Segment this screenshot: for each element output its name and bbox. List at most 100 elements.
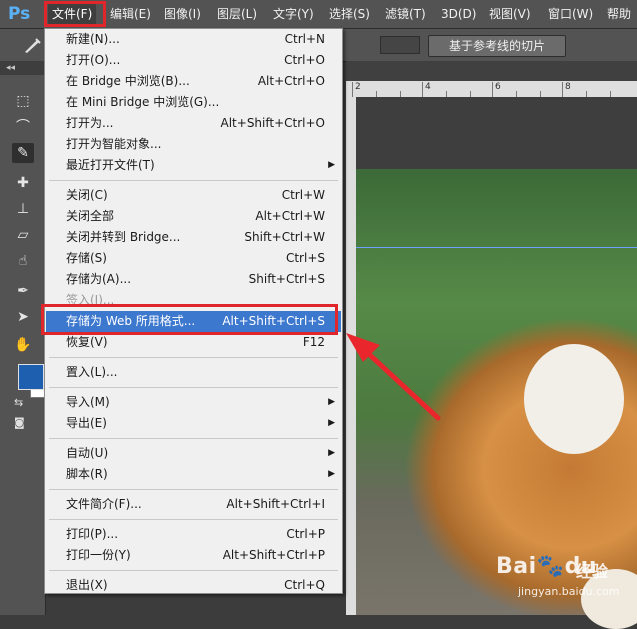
file-menu-item[interactable]: 在 Bridge 中浏览(B)... Alt+Ctrl+O	[46, 71, 341, 92]
menu-item-shortcut: Alt+Ctrl+O	[257, 74, 325, 88]
file-menu-item[interactable]: 在 Mini Bridge 中浏览(G)...	[46, 92, 341, 113]
menu-window[interactable]: 窗口(W)	[544, 4, 597, 24]
paw-logo-icon: 🐾	[536, 554, 565, 579]
menu-3d[interactable]: 3D(D)	[437, 4, 480, 24]
slice-icon[interactable]: ✎	[12, 143, 34, 163]
menu-item-label: 打开为...	[66, 116, 114, 130]
menu-item-shortcut: Shift+Ctrl+S	[248, 272, 325, 286]
menu-view[interactable]: 视图(V)	[485, 4, 535, 24]
menu-item-label: 存储(S)	[66, 251, 107, 265]
file-menu-item[interactable]: 打印一份(Y) Alt+Shift+Ctrl+P	[46, 545, 341, 566]
file-menu-item[interactable]: 关闭(C) Ctrl+W	[46, 185, 341, 206]
hand-icon[interactable]: ✋	[12, 335, 34, 355]
file-menu-item[interactable]: 恢复(V) F12	[46, 332, 341, 353]
menu-separator	[49, 357, 338, 358]
menu-item-label: 打印(P)...	[66, 527, 119, 541]
ruler-label: 6	[495, 82, 501, 92]
cat-photo	[356, 169, 637, 629]
canvas-pasteboard	[356, 97, 637, 169]
file-menu-item[interactable]: 自动(U) ▶	[46, 443, 341, 464]
submenu-arrow-icon: ▶	[328, 418, 335, 428]
menu-filter[interactable]: 滤镜(T)	[381, 4, 430, 24]
file-menu-item[interactable]: 脚本(R) ▶	[46, 464, 341, 485]
menu-item-label: 在 Mini Bridge 中浏览(G)...	[66, 95, 220, 109]
submenu-arrow-icon: ▶	[328, 448, 335, 458]
file-menu-item[interactable]: 打开为... Alt+Shift+Ctrl+O	[46, 113, 341, 134]
menu-item-label: 关闭全部	[66, 209, 115, 223]
file-menu-item[interactable]: 打开为智能对象...	[46, 134, 341, 155]
menu-item-label: 置入(L)...	[66, 365, 118, 379]
file-menu-item[interactable]: 导出(E) ▶	[46, 413, 341, 434]
toolbox: ◂◂ ⬚ ⌒ ✎ ✚ ⊥ ▱ ☝ ✒ ➤ ✋ ⇆ ◙	[0, 61, 46, 615]
submenu-arrow-icon: ▶	[328, 397, 335, 407]
menu-item-shortcut: Ctrl+N	[284, 32, 325, 46]
menu-image[interactable]: 图像(I)	[160, 4, 205, 24]
menu-separator	[49, 387, 338, 388]
menu-item-label: 新建(N)...	[66, 32, 120, 46]
submenu-arrow-icon: ▶	[328, 469, 335, 479]
menu-item-shortcut: Shift+Ctrl+W	[244, 230, 325, 244]
file-menu-item[interactable]: 关闭并转到 Bridge... Shift+Ctrl+W	[46, 227, 341, 248]
file-menu-item[interactable]: 最近打开文件(T) ▶	[46, 155, 341, 176]
quick-mask-icon[interactable]: ◙	[14, 416, 28, 430]
menu-item-label: 打印一份(Y)	[66, 548, 131, 562]
eraser-icon[interactable]: ▱	[12, 225, 34, 245]
file-menu-item[interactable]: 存储为(A)... Shift+Ctrl+S	[46, 269, 341, 290]
watermark-url: jingyan.baidu.com	[518, 585, 620, 598]
file-menu-item[interactable]: 导入(M) ▶	[46, 392, 341, 413]
menu-item-shortcut: Ctrl+S	[285, 251, 325, 265]
smudge-icon[interactable]: ☝	[12, 251, 34, 271]
marquee-icon[interactable]: ⬚	[12, 91, 34, 111]
submenu-arrow-icon: ▶	[328, 160, 335, 170]
file-menu-item[interactable]: 置入(L)...	[46, 362, 341, 383]
menu-separator	[49, 180, 338, 181]
horizontal-ruler: 2 4 6 8	[346, 81, 637, 98]
menu-separator	[49, 438, 338, 439]
menu-item-shortcut: Ctrl+W	[281, 188, 325, 202]
path-select-icon[interactable]: ➤	[12, 307, 34, 327]
foreground-color-swatch[interactable]	[18, 364, 44, 390]
cat-white-fur	[524, 344, 624, 454]
pen-icon[interactable]: ✒	[12, 281, 34, 301]
menu-item-label: 脚本(R)	[66, 467, 108, 481]
healing-brush-icon[interactable]: ✚	[12, 173, 34, 193]
menu-item-label: 文件简介(F)...	[66, 497, 142, 511]
menu-item-label: 关闭(C)	[66, 188, 108, 202]
menu-type[interactable]: 文字(Y)	[269, 4, 318, 24]
menu-help[interactable]: 帮助	[603, 4, 635, 24]
file-menu-item[interactable]: 打开(O)... Ctrl+O	[46, 50, 341, 71]
menu-item-shortcut: F12	[302, 335, 325, 349]
menu-separator	[49, 489, 338, 490]
slice-tool-icon[interactable]	[22, 36, 42, 54]
file-menu-item[interactable]: 存储(S) Ctrl+S	[46, 248, 341, 269]
menu-item-shortcut: Alt+Shift+Ctrl+I	[226, 497, 325, 511]
baidu-watermark: Bai🐾du 经验 jingyan.baidu.com	[490, 552, 637, 615]
menu-item-label: 关闭并转到 Bridge...	[66, 230, 181, 244]
file-menu-item[interactable]: 关闭全部 Alt+Ctrl+W	[46, 206, 341, 227]
slices-from-guides-button[interactable]: 基于参考线的切片	[428, 35, 566, 57]
menu-edit[interactable]: 编辑(E)	[106, 4, 155, 24]
file-menu-item[interactable]: 新建(N)... Ctrl+N	[46, 29, 341, 50]
menu-item-label: 在 Bridge 中浏览(B)...	[66, 74, 190, 88]
canvas-area[interactable]	[356, 97, 637, 629]
menu-separator	[49, 570, 338, 571]
file-menu-item[interactable]: 退出(X) Ctrl+Q	[46, 575, 341, 596]
menu-layer[interactable]: 图层(L)	[213, 4, 261, 24]
menu-item-label: 存储为(A)...	[66, 272, 132, 286]
menu-item-label: 打开(O)...	[66, 53, 121, 67]
lasso-icon[interactable]: ⌒	[12, 117, 34, 137]
options-input[interactable]	[380, 36, 420, 54]
menu-item-label: 自动(U)	[66, 446, 109, 460]
save-for-web-highlight-box	[41, 304, 338, 335]
guide-line[interactable]	[356, 247, 637, 248]
menu-select[interactable]: 选择(S)	[325, 4, 374, 24]
menu-item-shortcut: Ctrl+Q	[284, 578, 325, 592]
menu-item-label: 打开为智能对象...	[66, 137, 162, 151]
watermark-jingyan: 经验	[576, 562, 609, 581]
ruler-label: 4	[425, 82, 431, 92]
stamp-icon[interactable]: ⊥	[12, 199, 34, 219]
swap-colors-icon[interactable]: ⇆	[14, 396, 28, 410]
file-menu-item[interactable]: 文件简介(F)... Alt+Shift+Ctrl+I	[46, 494, 341, 515]
toolbox-grip[interactable]: ◂◂	[0, 61, 45, 75]
file-menu-item[interactable]: 打印(P)... Ctrl+P	[46, 524, 341, 545]
